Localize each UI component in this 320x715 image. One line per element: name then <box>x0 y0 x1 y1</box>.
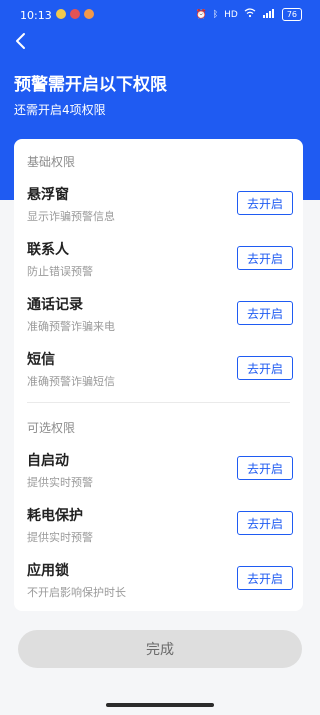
permissions-card: 基础权限 悬浮窗 显示诈骗预警信息 去开启 联系人 防止错误预警 去开启 通话记… <box>14 139 303 611</box>
permission-desc-contacts: 防止错误预警 <box>27 265 93 278</box>
chevron-left-icon <box>16 33 25 49</box>
notification-icons <box>56 9 94 19</box>
home-indicator <box>106 703 214 707</box>
wifi-icon <box>244 8 256 21</box>
done-button[interactable]: 完成 <box>18 630 302 668</box>
permission-title-contacts: 联系人 <box>27 242 69 258</box>
permission-desc-sms: 准确预警诈骗短信 <box>27 375 115 388</box>
alarm-icon: ⏰ <box>195 9 207 20</box>
back-button[interactable] <box>8 28 32 54</box>
permission-title-battery-protect: 耗电保护 <box>27 508 83 524</box>
permission-desc-battery-protect: 提供实时预警 <box>27 531 93 544</box>
status-time: 10:13 <box>20 9 52 22</box>
enable-battery-protect-button[interactable]: 去开启 <box>237 511 293 535</box>
permission-desc-call-log: 准确预警诈骗来电 <box>27 320 115 333</box>
section-divider <box>27 402 290 403</box>
enable-contacts-button[interactable]: 去开启 <box>237 246 293 270</box>
enable-app-lock-button[interactable]: 去开启 <box>237 566 293 590</box>
page-title: 预警需开启以下权限 <box>14 75 167 95</box>
enable-autostart-button[interactable]: 去开启 <box>237 456 293 480</box>
section-label-optional: 可选权限 <box>27 421 76 435</box>
permission-desc-autostart: 提供实时预警 <box>27 476 93 489</box>
hd-label: HD <box>224 9 238 20</box>
permission-title-app-lock: 应用锁 <box>27 563 69 579</box>
enable-sms-button[interactable]: 去开启 <box>237 356 293 380</box>
permission-title-autostart: 自启动 <box>27 453 69 469</box>
page-subtitle: 还需开启4项权限 <box>14 103 106 117</box>
battery-icon: 76 <box>281 8 302 21</box>
enable-floating-window-button[interactable]: 去开启 <box>237 191 293 215</box>
app-notification-icon <box>84 9 94 19</box>
signal-icon <box>262 8 276 21</box>
enable-call-log-button[interactable]: 去开启 <box>237 301 293 325</box>
app-notification-icon <box>70 9 80 19</box>
permission-title-floating-window: 悬浮窗 <box>27 187 69 203</box>
bluetooth-icon: ᛒ <box>212 9 219 20</box>
permission-title-sms: 短信 <box>27 352 55 368</box>
permission-title-call-log: 通话记录 <box>27 297 83 313</box>
status-right-icons: ⏰ ᛒ HD 76 <box>195 8 302 21</box>
section-label-basic: 基础权限 <box>27 155 76 169</box>
app-notification-icon <box>56 9 66 19</box>
permission-desc-floating-window: 显示诈骗预警信息 <box>27 210 115 223</box>
permission-desc-app-lock: 不开启影响保护时长 <box>27 586 126 599</box>
status-bar: 10:13 ⏰ ᛒ HD 76 <box>0 0 320 30</box>
